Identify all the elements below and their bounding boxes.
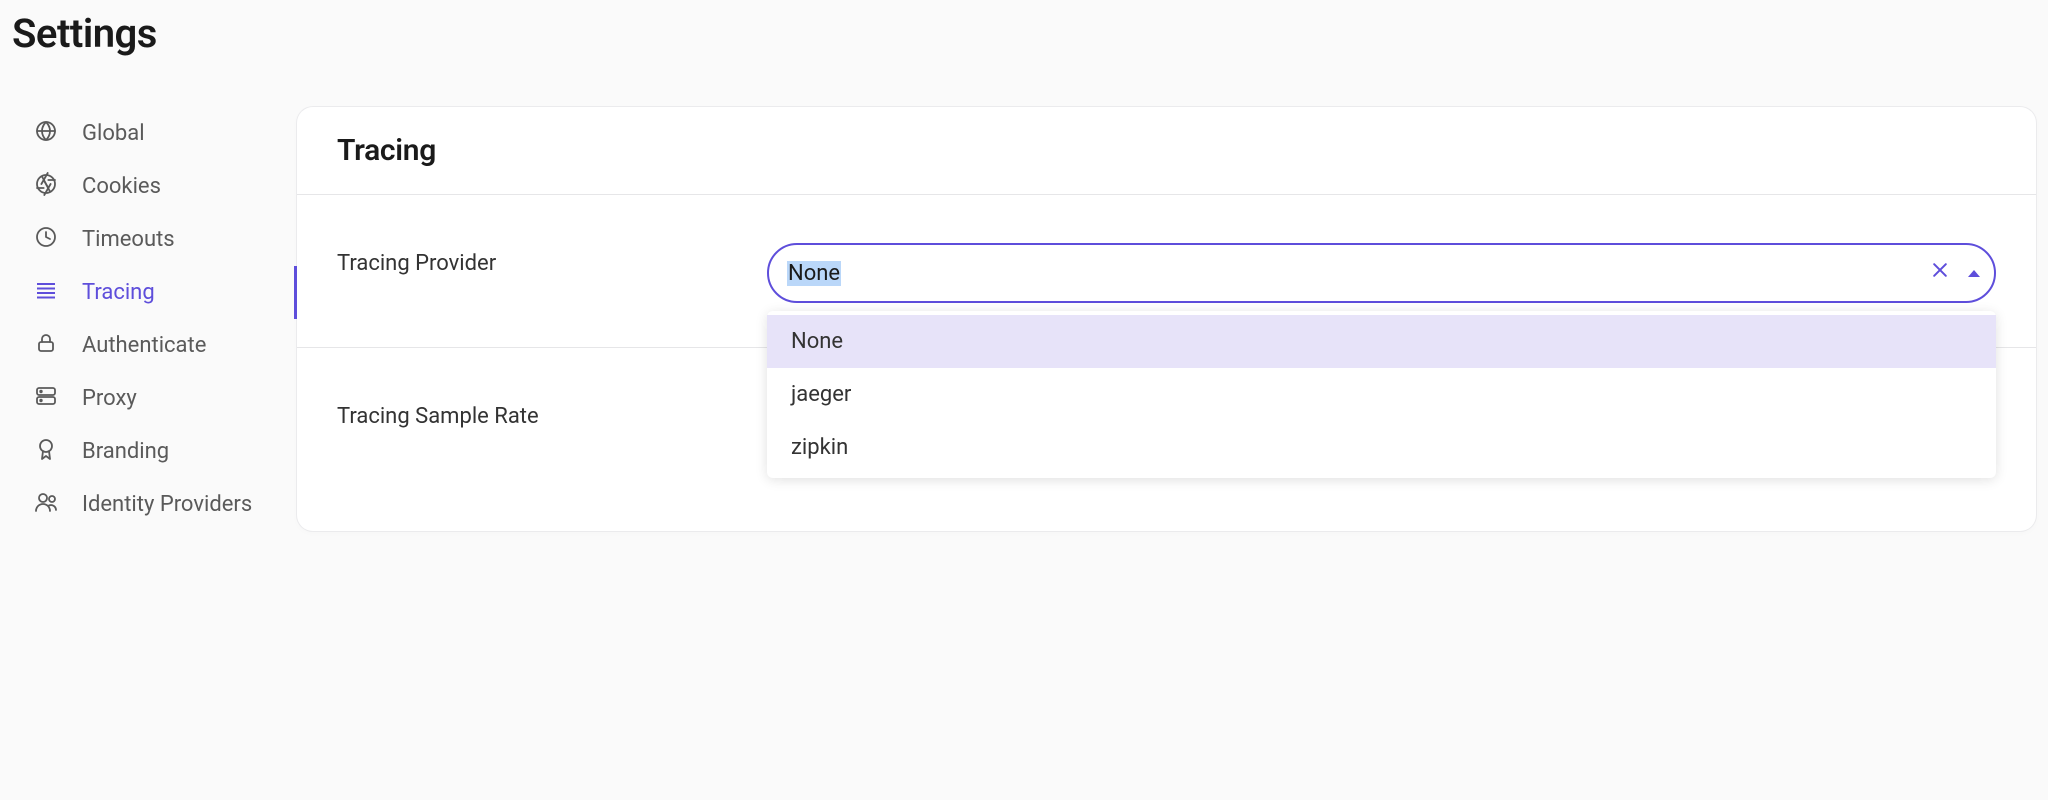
- sidebar-item-branding[interactable]: Branding: [34, 425, 297, 478]
- tracing-provider-combobox[interactable]: None: [767, 243, 1996, 303]
- sidebar-active-indicator: [294, 266, 297, 319]
- label-tracing-sample-rate: Tracing Sample Rate: [337, 396, 747, 429]
- globe-icon: [34, 119, 58, 149]
- sidebar-item-timeouts[interactable]: Timeouts: [34, 213, 297, 266]
- form-row-tracing-provider: Tracing Provider None Nonejaege: [297, 195, 2036, 348]
- sidebar-item-label: Timeouts: [82, 227, 175, 252]
- sidebar-item-global[interactable]: Global: [34, 107, 297, 160]
- clock-icon: [34, 225, 58, 255]
- lock-icon: [34, 331, 58, 361]
- server-icon: [34, 384, 58, 414]
- card-header: Tracing: [297, 107, 2036, 195]
- combobox-selected-text: None: [787, 261, 841, 286]
- label-tracing-provider: Tracing Provider: [337, 243, 747, 276]
- dropdown-option-jaeger[interactable]: jaeger: [767, 368, 1996, 421]
- card-title: Tracing: [337, 133, 1996, 168]
- tracing-card: Tracing Tracing Provider None: [297, 107, 2036, 531]
- clear-icon[interactable]: [1930, 260, 1950, 286]
- users-icon: [34, 490, 58, 520]
- tracing-provider-dropdown: Nonejaegerzipkin: [767, 311, 1996, 478]
- sidebar-item-identity-providers[interactable]: Identity Providers: [34, 478, 297, 531]
- sidebar-item-proxy[interactable]: Proxy: [34, 372, 297, 425]
- settings-sidebar: Global Cookies Timeouts Tracing Authenticate…: [12, 107, 297, 531]
- award-icon: [34, 437, 58, 467]
- page-title: Settings: [12, 10, 2036, 57]
- sidebar-item-cookies[interactable]: Cookies: [34, 160, 297, 213]
- combobox-value: None: [787, 261, 1930, 286]
- sidebar-item-label: Proxy: [82, 386, 137, 411]
- lines-icon: [34, 278, 58, 308]
- sidebar-item-label: Cookies: [82, 174, 161, 199]
- sidebar-item-authenticate[interactable]: Authenticate: [34, 319, 297, 372]
- sidebar-item-label: Global: [82, 121, 145, 146]
- sidebar-item-label: Authenticate: [82, 333, 206, 358]
- caret-up-icon[interactable]: [1968, 270, 1980, 277]
- sidebar-item-label: Tracing: [82, 280, 155, 305]
- sidebar-item-label: Identity Providers: [82, 492, 252, 517]
- aperture-icon: [34, 172, 58, 202]
- sidebar-item-tracing[interactable]: Tracing: [34, 266, 297, 319]
- dropdown-option-zipkin[interactable]: zipkin: [767, 421, 1996, 474]
- dropdown-option-none[interactable]: None: [767, 315, 1996, 368]
- sidebar-item-label: Branding: [82, 439, 169, 464]
